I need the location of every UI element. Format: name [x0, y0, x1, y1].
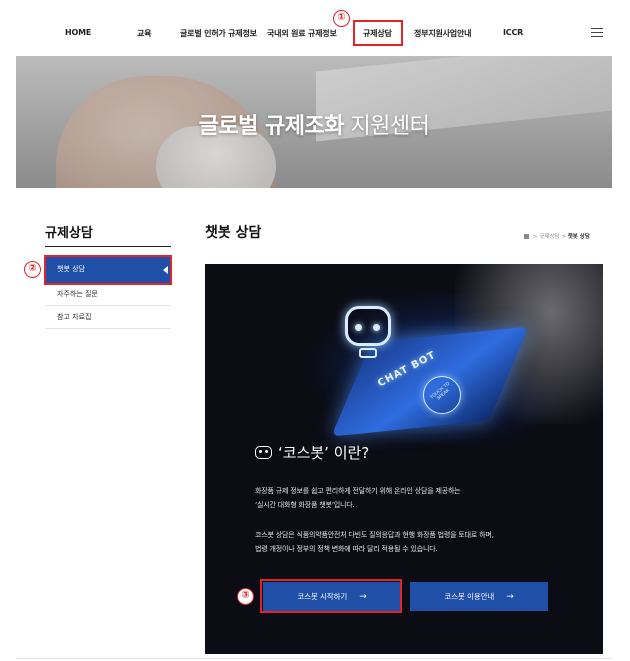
annotation-box-2 [44, 255, 172, 285]
description-1: 화장품 규제 정보를 쉽고 편리하게 전달하기 위해 온라인 상담을 제공하는 … [255, 487, 461, 509]
hero-banner: 글로벌 규제조화 지원센터 [16, 56, 612, 188]
nav-gov-support[interactable]: 정부지원사업안내 [414, 28, 471, 39]
home-icon[interactable] [524, 233, 529, 239]
sidebar-item-references[interactable]: 참고 자료집 [45, 306, 171, 329]
nav-education[interactable]: 교육 [137, 28, 152, 39]
annotation-box-1 [353, 20, 403, 46]
page-title: 챗봇 상담 [205, 225, 262, 241]
hamburger-menu-icon[interactable] [591, 28, 603, 40]
arrow-right-icon: → [506, 592, 514, 602]
robot-icon [345, 306, 391, 346]
annotation-box-3 [260, 579, 402, 613]
breadcrumb-current: 챗봇 상담 [567, 234, 590, 240]
annotation-number-1: ① [333, 10, 350, 27]
nav-iccr[interactable]: ICCR [503, 28, 523, 37]
top-navigation: HOME 교육 글로벌 인허가 규제정보 국내외 원료 규제정보 규제상담 정부… [0, 0, 630, 56]
description-2: 코스봇 상담은 식품의약품안전처 다빈도 질의응답과 현행 화장품 법령을 토대… [255, 531, 494, 553]
sidebar-item-faq[interactable]: 자주하는 질문 [45, 283, 171, 306]
annotation-number-2: ② [24, 261, 41, 278]
breadcrumb: > 규제상담 > 챗봇 상담 [524, 232, 590, 240]
sidebar-divider [45, 246, 171, 247]
breadcrumb-item[interactable]: 규제상담 [539, 234, 559, 240]
nav-home[interactable]: HOME [65, 28, 91, 37]
footer-divider [16, 658, 612, 659]
nav-raw-material[interactable]: 국내외 원료 규제정보 [267, 28, 337, 39]
annotation-number-3: ③ [237, 588, 254, 605]
robot-mouth-icon [359, 348, 377, 358]
what-is-title: ‘코스봇’ 이란? [255, 442, 369, 463]
chatbot-guide-button[interactable]: 코스봇 이용안내 → [410, 582, 548, 611]
nav-global-license[interactable]: 글로벌 인허가 규제정보 [180, 28, 257, 39]
chatbot-icon [255, 446, 272, 459]
hero-title: 글로벌 규제조화 지원센터 [198, 114, 430, 139]
sidebar-title: 규제상담 [45, 226, 93, 241]
robot-eye-icon [355, 324, 362, 331]
robot-eye-icon [373, 324, 380, 331]
